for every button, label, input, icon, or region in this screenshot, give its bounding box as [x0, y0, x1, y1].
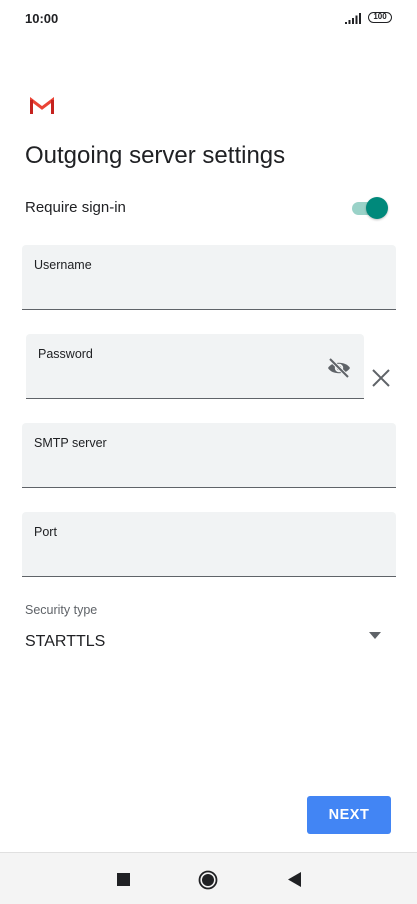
toggle-thumb [366, 197, 388, 219]
username-label: Username [34, 258, 92, 272]
next-button[interactable]: NEXT [307, 796, 391, 834]
port-field[interactable]: Port [22, 512, 396, 577]
password-field[interactable]: Password [26, 334, 364, 399]
dropdown-arrow-icon [369, 632, 381, 639]
page-title: Outgoing server settings [25, 142, 286, 169]
close-icon[interactable] [370, 367, 392, 389]
smtp-server-input[interactable] [34, 459, 348, 481]
home-icon[interactable] [198, 870, 218, 890]
signal-icon [345, 13, 361, 24]
battery-icon: 100 [368, 12, 392, 23]
recents-icon[interactable] [117, 873, 130, 886]
username-field[interactable]: Username [22, 245, 396, 310]
battery-level: 100 [373, 12, 387, 21]
security-type-dropdown[interactable]: STARTTLS [25, 625, 387, 659]
smtp-server-label: SMTP server [34, 436, 107, 450]
back-icon[interactable] [288, 872, 302, 887]
require-signin-toggle[interactable] [352, 196, 388, 220]
password-input[interactable] [38, 370, 316, 392]
port-label: Port [34, 525, 57, 539]
security-type-value: STARTTLS [25, 633, 106, 650]
port-input[interactable] [34, 548, 348, 570]
security-type-label: Security type [25, 603, 98, 617]
status-time: 10:00 [25, 11, 59, 26]
smtp-server-field[interactable]: SMTP server [22, 423, 396, 488]
navigation-bar [0, 852, 417, 904]
eye-off-icon[interactable] [326, 356, 352, 380]
status-bar: 10:00 100 [0, 0, 417, 36]
password-label: Password [38, 347, 93, 361]
username-input[interactable] [34, 281, 348, 303]
require-signin-label: Require sign-in [25, 199, 126, 216]
gmail-logo [30, 97, 54, 114]
